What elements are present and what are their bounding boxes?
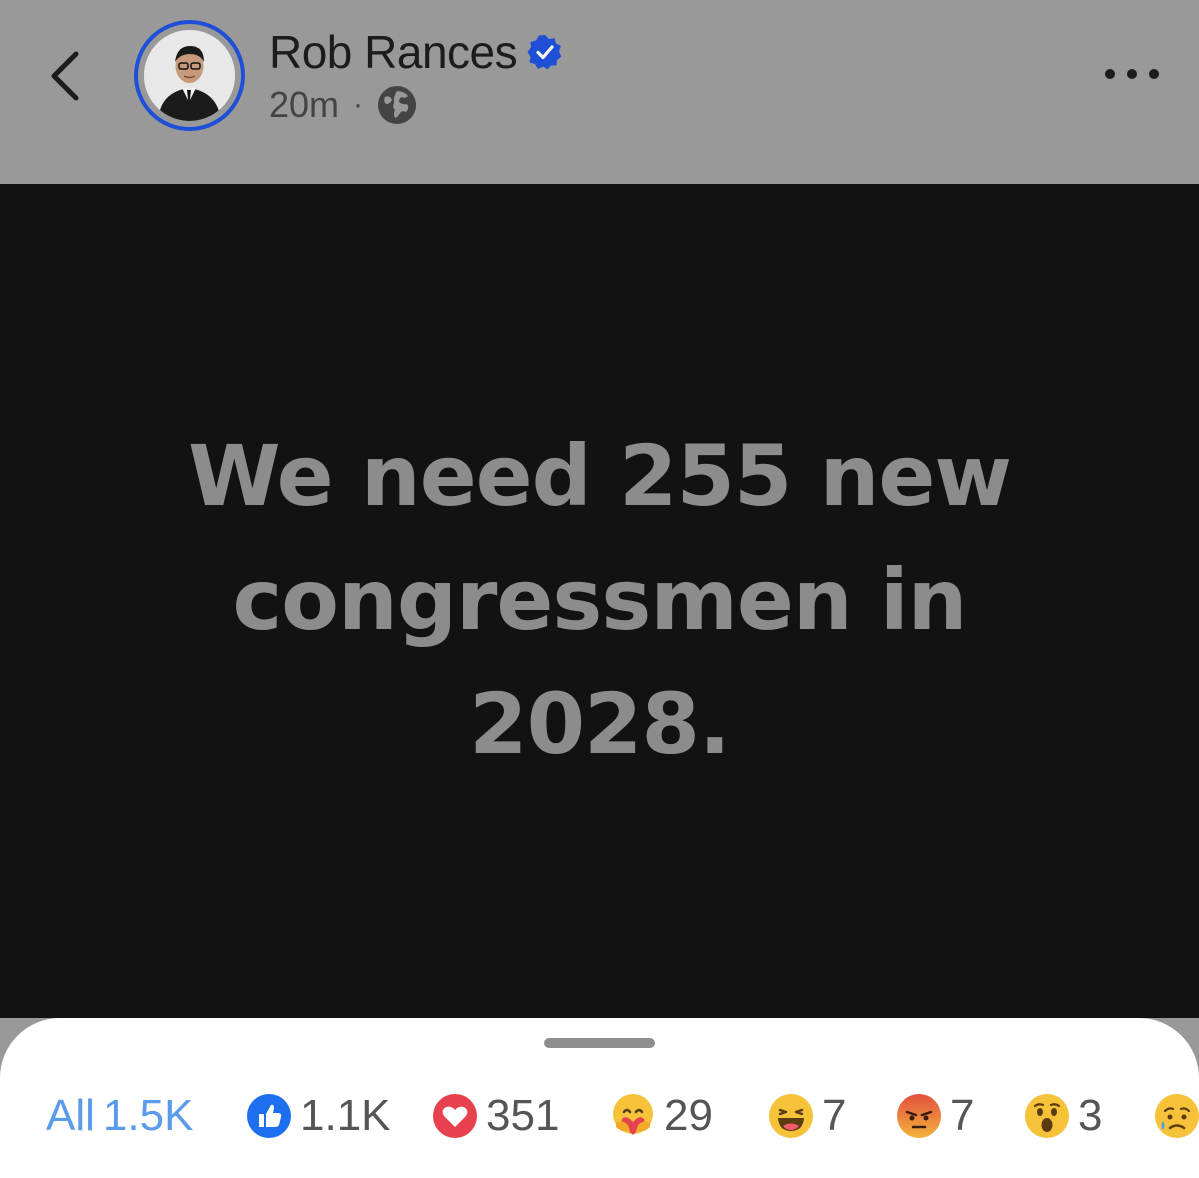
reactions-sheet: All 1.5K 1.1K 351 29 7 7 3	[0, 1018, 1199, 1178]
tab-haha-count: 7	[822, 1091, 847, 1140]
tab-all-count: 1.5K	[102, 1091, 194, 1140]
angry-icon	[897, 1094, 941, 1138]
author-name[interactable]: Rob Rances	[269, 25, 518, 79]
tab-wow[interactable]: 3	[1024, 1088, 1102, 1144]
post-time[interactable]: 20m	[269, 84, 339, 126]
tab-angry[interactable]: 7	[896, 1088, 974, 1144]
tab-wow-count: 3	[1078, 1091, 1103, 1140]
more-horizontal-icon	[1105, 69, 1159, 79]
sheet-grabber[interactable]	[544, 1038, 655, 1048]
verified-badge-icon	[527, 35, 562, 70]
care-icon	[613, 1094, 653, 1135]
meta-separator: ·	[353, 88, 364, 121]
wow-icon	[1025, 1094, 1069, 1138]
more-options-button[interactable]	[1096, 52, 1168, 96]
avatar[interactable]	[134, 20, 245, 131]
love-icon	[433, 1094, 477, 1138]
reaction-tabs: All 1.5K 1.1K 351 29 7 7 3	[0, 1088, 1199, 1144]
avatar-photo	[144, 30, 235, 121]
post-text-line: We need 255 new	[188, 427, 1012, 525]
tab-sad[interactable]	[1154, 1088, 1199, 1144]
post-text-line: 2028.	[469, 675, 731, 773]
post-text-line: congressmen in	[232, 551, 968, 649]
tab-love-count: 351	[486, 1091, 560, 1140]
tab-like-count: 1.1K	[300, 1091, 391, 1140]
post-text: We need 255 new congressmen in 2028.	[100, 414, 1099, 786]
tab-like[interactable]: 1.1K	[246, 1088, 391, 1144]
tab-care-count: 29	[664, 1091, 713, 1140]
post-header: Rob Rances 20m ·	[0, 0, 1199, 184]
author-row: Rob Rances	[269, 24, 563, 80]
post-content[interactable]: We need 255 new congressmen in 2028.	[0, 184, 1199, 1018]
tab-all-label: All	[46, 1091, 95, 1140]
tab-angry-count: 7	[950, 1091, 975, 1140]
tab-all-reactions[interactable]: All 1.5K	[46, 1088, 193, 1144]
haha-icon	[769, 1094, 813, 1138]
globe-icon	[378, 86, 417, 124]
tab-haha[interactable]: 7	[768, 1088, 846, 1144]
tab-care[interactable]: 29	[610, 1088, 713, 1144]
sad-icon	[1155, 1094, 1199, 1138]
back-button[interactable]	[40, 46, 92, 106]
like-icon	[247, 1094, 291, 1138]
tab-love[interactable]: 351	[432, 1088, 559, 1144]
chevron-left-icon	[51, 51, 79, 101]
post-meta: 20m ·	[269, 82, 417, 128]
